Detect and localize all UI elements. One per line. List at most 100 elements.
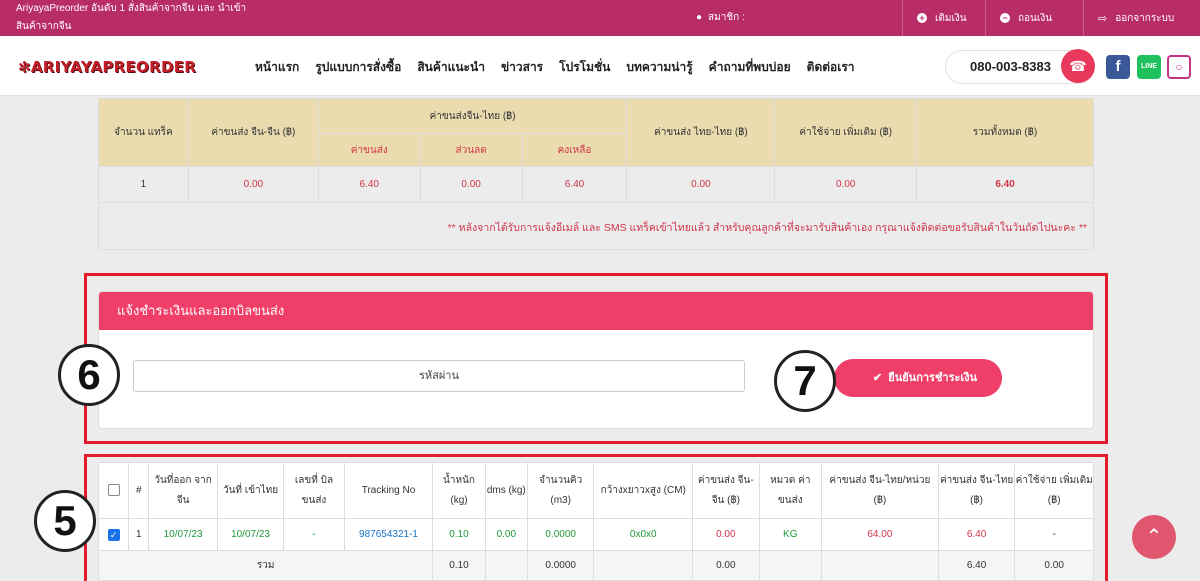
topup-button[interactable]: + เติมเงิน: [902, 0, 981, 36]
minus-circle-icon: −: [1000, 13, 1010, 23]
member-label: สมาชิก :: [708, 12, 745, 23]
note-box: ** หลังจากได้รับการแจ้งอีเมล์ และ SMS แท…: [98, 200, 1094, 250]
check-icon: ✔: [872, 372, 883, 384]
header-category: หมวด ค่าขนส่ง: [758, 462, 822, 519]
header-total: รวมทั้งหมด (฿): [916, 98, 1094, 167]
cell-extra: 0.00: [774, 166, 918, 203]
password-input[interactable]: รหัสผ่าน: [133, 360, 745, 392]
nav-articles[interactable]: บทความน่ารู้: [626, 58, 692, 77]
logout-label: ออกจากระบบ: [1115, 12, 1175, 24]
cell-discount: 0.00: [419, 166, 523, 203]
facebook-icon[interactable]: f: [1106, 55, 1130, 79]
header-cbm: จำนวนคิว (m3): [526, 462, 595, 519]
user-icon: ●: [696, 12, 703, 23]
cell-weight: 0.10: [432, 518, 486, 551]
header-tracking: Tracking No: [343, 462, 434, 519]
line-icon[interactable]: LINE: [1137, 55, 1161, 79]
header-shipping: ค่าขนส่ง: [317, 133, 421, 167]
confirm-payment-button[interactable]: ✔ ยืนยันการชำระเงิน: [834, 359, 1002, 397]
header-cn-cn: ค่าขนส่ง จีน-จีน (฿): [187, 98, 319, 167]
header-cn-th-group: ค่าขนส่งจีน-ไทย (฿): [317, 97, 628, 135]
row-checkbox-cell[interactable]: ✓: [97, 518, 130, 551]
bear-icon: ✻: [18, 58, 31, 76]
confirm-payment-label: ยืนยันการชำระเงิน: [888, 372, 978, 384]
header-extra: ค่าใช้จ่าย เพิ่มเติม (฿): [774, 98, 918, 167]
cell-cn-date: 10/07/23: [148, 518, 218, 551]
sum-extra: 0.00: [1014, 550, 1094, 581]
select-all-checkbox-cell[interactable]: [97, 462, 130, 519]
cell-unit-rate: 64.00: [820, 518, 939, 551]
callout-5: 5: [34, 490, 96, 552]
sum-unit-rate: [820, 550, 939, 581]
cell-cbm: 0.0000: [526, 518, 595, 551]
header-unit-rate: ค่าขนส่ง จีน-ไทย/หน่วย (฿): [820, 462, 939, 519]
summary-row: 1 0.00 6.40 0.00 6.40 0.00 0.00 6.40: [98, 166, 1094, 203]
cell-cn-th: 6.40: [937, 518, 1016, 551]
sum-label: รวม: [97, 550, 434, 581]
instagram-icon[interactable]: ○: [1167, 55, 1191, 79]
cell-index: 1: [128, 518, 150, 551]
cell-shipping: 6.40: [317, 166, 421, 203]
nav-promotions[interactable]: โปรโมชั่น: [559, 58, 610, 77]
withdraw-button[interactable]: − ถอนเงิน: [985, 0, 1066, 36]
site-tagline: AriyayaPreorder อันดับ 1 สั่งสินค้าจากจี…: [16, 3, 247, 32]
nav-news[interactable]: ข่าวสาร: [501, 58, 543, 77]
topup-label: เติมเงิน: [935, 12, 967, 24]
header-cn-date: วันที่ออก จากจีน: [148, 462, 218, 519]
cell-th-date: 10/07/23: [216, 518, 285, 551]
shipping-summary-table: จำนวน แทร็ค ค่าขนส่ง จีน-จีน (฿) ค่าขนส่…: [98, 97, 1094, 203]
sum-cbm: 0.0000: [526, 550, 595, 581]
cell-th-th: 0.00: [626, 166, 776, 203]
header-dms: dms (kg): [484, 462, 528, 519]
select-all-checkbox[interactable]: [107, 483, 120, 496]
sum-dms: [484, 550, 528, 581]
sum-weight: 0.10: [432, 550, 486, 581]
sum-dims: [593, 550, 694, 581]
sum-cn-th: 6.40: [937, 550, 1016, 581]
cell-remaining: 6.40: [521, 166, 628, 203]
payment-panel-title: แจ้งชำระเงินและออกบิลขนส่ง: [99, 292, 1093, 330]
header-index: #: [128, 462, 150, 519]
nav-menu: หน้าแรก รูปแบบการสั่งซื้อ สินค้าแนะนำ ข่…: [255, 58, 855, 77]
header-weight: น้ำหนัก (kg): [432, 462, 486, 519]
cell-bill: -: [283, 518, 345, 551]
header-cn-th: ค่าขนส่ง จีน-ไทย (฿): [937, 462, 1016, 519]
nav-home[interactable]: หน้าแรก: [255, 58, 299, 77]
cell-cn-cn: 0.00: [692, 518, 760, 551]
nav-contact[interactable]: ติดต่อเรา: [807, 58, 855, 77]
cell-cn-cn: 0.00: [187, 166, 319, 203]
scroll-to-top-button[interactable]: ⌃: [1132, 515, 1176, 559]
header-remaining: คงเหลือ: [521, 133, 628, 167]
row-checkbox[interactable]: ✓: [107, 528, 120, 541]
sum-row: รวม 0.10 0.0000 0.00 6.40 0.00: [97, 550, 1094, 581]
parcel-table: # วันที่ออก จากจีน วันที่ เข้าไทย เลขที่…: [97, 462, 1094, 581]
withdraw-label: ถอนเงิน: [1018, 12, 1053, 24]
cell-dims: 0x0x0: [593, 518, 694, 551]
cell-crates: 1: [98, 166, 189, 203]
header-th-th: ค่าขนส่ง ไทย-ไทย (฿): [626, 98, 776, 167]
top-bar: AriyayaPreorder อันดับ 1 สั่งสินค้าจากจี…: [0, 0, 1200, 36]
nav-recommended[interactable]: สินค้าแนะนำ: [417, 58, 485, 77]
phone-call-button[interactable]: ☎: [1061, 49, 1095, 83]
plus-circle-icon: +: [917, 13, 927, 23]
nav-order-types[interactable]: รูปแบบการสั่งซื้อ: [315, 58, 401, 77]
callout-7: 7: [774, 350, 836, 412]
chevron-up-icon: ⌃: [1145, 526, 1163, 548]
logout-icon: ⇨: [1098, 12, 1108, 25]
pickup-note: ** หลังจากได้รับการแจ้งอีเมล์ และ SMS แท…: [447, 222, 1087, 234]
sum-category: [758, 550, 822, 581]
member-info[interactable]: ● สมาชิก :: [696, 10, 745, 25]
header-discount: ส่วนลด: [419, 133, 523, 167]
cell-category: KG: [758, 518, 822, 551]
cell-tracking[interactable]: 987654321-1: [343, 518, 434, 551]
nav-faq[interactable]: คำถามที่พบบ่อย: [709, 58, 791, 77]
cell-dms: 0.00: [484, 518, 528, 551]
header-cn-cn: ค่าขนส่ง จีน-จีน (฿): [692, 462, 760, 519]
cell-total: 6.40: [916, 166, 1094, 203]
site-logo[interactable]: ✻ARIYAYAPREORDER: [18, 58, 196, 76]
header-extra: ค่าใช้จ่าย เพิ่มเติม (฿): [1014, 462, 1094, 519]
main-navbar: ✻ARIYAYAPREORDER หน้าแรก รูปแบบการสั่งซื…: [0, 36, 1200, 96]
header-th-date: วันที่ เข้าไทย: [216, 462, 285, 519]
logout-button[interactable]: ⇨ ออกจากระบบ: [1083, 0, 1188, 36]
header-dims: กว้างxยาวxสูง (CM): [593, 462, 694, 519]
